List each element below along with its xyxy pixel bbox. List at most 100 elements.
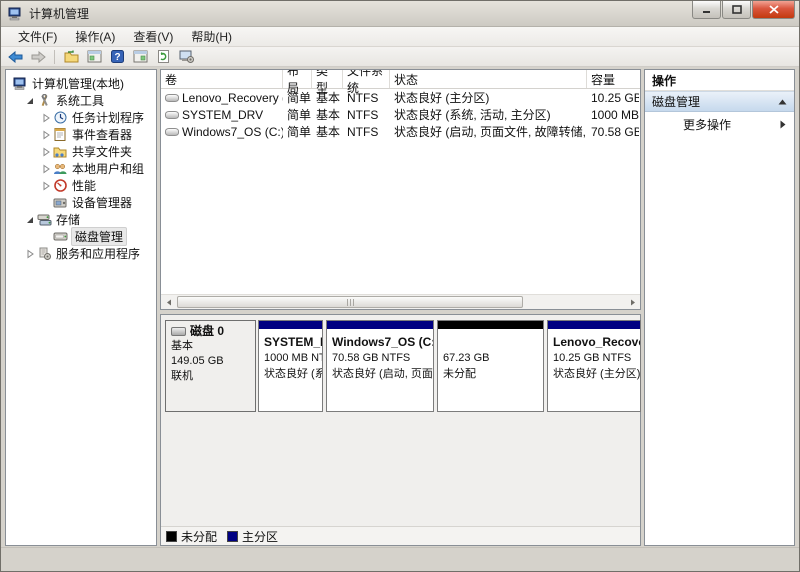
partition-lenovo-recovery[interactable]: Lenovo_Recovery 10.25 GB NTFS 状态良好 (主分区) — [547, 320, 641, 412]
tree-item-event-viewer[interactable]: 事件查看器 — [6, 126, 156, 143]
menu-file[interactable]: 文件(F) — [9, 26, 66, 47]
main-area: 计算机管理(本地) 系统工具 任务计划程序 — [1, 67, 799, 547]
unallocated-band — [438, 321, 543, 330]
column-header-volume[interactable]: 卷 — [161, 70, 283, 88]
volume-row-windows7-os[interactable]: Windows7_OS (C:) 简单 基本 NTFS 状态良好 (启动, 页面… — [161, 123, 640, 140]
column-header-layout[interactable]: 布局 — [283, 70, 312, 88]
close-button[interactable] — [752, 1, 795, 19]
services-icon — [36, 247, 52, 260]
volume-row-lenovo-recovery[interactable]: Lenovo_Recovery (Q:) 简单 基本 NTFS 状态良好 (主分… — [161, 89, 640, 106]
window-bottom-frame — [1, 547, 799, 571]
tree-item-label: 磁盘管理 — [71, 227, 127, 246]
volume-list-header: 卷 布局 类型 文件系统 状态 容量 — [161, 70, 640, 89]
tree-item-local-users-groups[interactable]: 本地用户和组 — [6, 160, 156, 177]
volume-filesystem: NTFS — [343, 91, 390, 105]
column-header-status[interactable]: 状态 — [390, 70, 587, 88]
expanded-arrow-icon[interactable] — [24, 215, 36, 225]
menu-bar: 文件(F) 操作(A) 查看(V) 帮助(H) — [1, 27, 799, 47]
collapsed-arrow-icon[interactable] — [40, 181, 52, 191]
collapsed-arrow-icon[interactable] — [24, 249, 36, 259]
tools-icon — [36, 94, 52, 107]
collapsed-arrow-icon[interactable] — [40, 113, 52, 123]
tree-item-label: 服务和应用程序 — [55, 245, 143, 263]
toolbar: ? — [1, 47, 799, 67]
expanded-arrow-icon[interactable] — [24, 96, 36, 106]
partition-size: 10.25 GB NTFS — [553, 350, 636, 366]
scrollbar-thumb[interactable] — [177, 296, 523, 308]
computer-properties-icon[interactable] — [176, 48, 196, 65]
tree-item-shared-folders[interactable]: 共享文件夹 — [6, 143, 156, 160]
forward-icon[interactable] — [28, 48, 48, 65]
show-actions-pane-icon[interactable] — [130, 48, 150, 65]
volume-row-system-drv[interactable]: SYSTEM_DRV 简单 基本 NTFS 状态良好 (系统, 活动, 主分区)… — [161, 106, 640, 123]
volume-layout: 简单 — [283, 123, 312, 140]
collapsed-arrow-icon[interactable] — [40, 164, 52, 174]
menu-view[interactable]: 查看(V) — [124, 26, 182, 47]
volume-icon — [165, 94, 179, 102]
disk-size: 149.05 GB — [171, 354, 250, 369]
horizontal-scrollbar[interactable] — [161, 294, 640, 309]
disk-0-row: 磁盘 0 基本 149.05 GB 联机 SYSTEM_DRV 1000 MB … — [165, 320, 636, 412]
volume-name: SYSTEM_DRV — [182, 108, 263, 122]
tree-item-label: 存储 — [55, 211, 83, 229]
tree-item-services-applications[interactable]: 服务和应用程序 — [6, 245, 156, 262]
users-icon — [52, 163, 68, 175]
help-icon[interactable]: ? — [107, 48, 127, 65]
partition-system-drv[interactable]: SYSTEM_DRV 1000 MB NTFS 状态良好 (系统, 活动, 主分… — [258, 320, 323, 412]
scroll-left-icon[interactable] — [161, 295, 176, 309]
disk-0-label[interactable]: 磁盘 0 基本 149.05 GB 联机 — [165, 320, 256, 412]
actions-pane-title: 操作 — [645, 70, 794, 91]
collapsed-arrow-icon[interactable] — [40, 130, 52, 140]
actions-section-disk-management[interactable]: 磁盘管理 — [645, 91, 794, 112]
more-actions-item[interactable]: 更多操作 — [645, 112, 794, 136]
primary-partition-band — [259, 321, 322, 330]
tree-item-task-scheduler[interactable]: 任务计划程序 — [6, 109, 156, 126]
partitions: SYSTEM_DRV 1000 MB NTFS 状态良好 (系统, 活动, 主分… — [258, 320, 641, 412]
legend-label: 未分配 — [181, 528, 217, 545]
actions-pane: 操作 磁盘管理 更多操作 — [644, 69, 795, 546]
minimize-button[interactable] — [692, 1, 721, 19]
volume-icon — [165, 111, 179, 119]
menu-action[interactable]: 操作(A) — [66, 26, 124, 47]
volume-capacity: 70.58 GB — [587, 125, 639, 139]
tree-item-system-tools[interactable]: 系统工具 — [6, 92, 156, 109]
actions-section-label: 磁盘管理 — [652, 93, 778, 110]
legend-label: 主分区 — [242, 528, 278, 545]
partition-unallocated[interactable]: 67.23 GB 未分配 — [437, 320, 544, 412]
partition-size: 67.23 GB — [443, 350, 539, 366]
partition-name: Lenovo_Recovery — [553, 334, 636, 350]
refresh-icon[interactable] — [153, 48, 173, 65]
computer-management-window: 计算机管理 文件(F) 操作(A) 查看(V) 帮助(H) ? — [0, 0, 800, 572]
volume-capacity: 10.25 GB — [587, 91, 639, 105]
show-console-tree-icon[interactable] — [61, 48, 81, 65]
menu-help[interactable]: 帮助(H) — [182, 26, 241, 47]
back-icon[interactable] — [5, 48, 25, 65]
collapse-icon[interactable] — [778, 99, 787, 105]
column-header-type[interactable]: 类型 — [312, 70, 343, 88]
tree-item-storage[interactable]: 存储 — [6, 211, 156, 228]
title-bar: 计算机管理 — [1, 1, 799, 27]
volume-status: 状态良好 (启动, 页面文件, 故障转储, 主分区) — [390, 123, 587, 140]
tree-item-computer-management[interactable]: 计算机管理(本地) — [6, 75, 156, 92]
maximize-button[interactable] — [722, 1, 751, 19]
tree-item-label: 性能 — [71, 177, 99, 195]
tree-item-disk-management[interactable]: 磁盘管理 — [6, 228, 156, 245]
tree-item-device-manager[interactable]: 设备管理器 — [6, 194, 156, 211]
console-window-icon[interactable] — [84, 48, 104, 65]
partition-windows7-os[interactable]: Windows7_OS (C:) 70.58 GB NTFS 状态良好 (启动,… — [326, 320, 434, 412]
collapsed-arrow-icon[interactable] — [40, 147, 52, 157]
volume-capacity: 1000 MB — [587, 108, 639, 122]
volume-filesystem: NTFS — [343, 125, 390, 139]
column-header-capacity[interactable]: 容量 — [587, 70, 639, 88]
console-tree: 计算机管理(本地) 系统工具 任务计划程序 — [5, 69, 157, 546]
volume-filesystem: NTFS — [343, 108, 390, 122]
computer-icon — [12, 77, 28, 90]
partition-status: 状态良好 (主分区) — [553, 366, 636, 382]
scroll-right-icon[interactable] — [625, 295, 640, 309]
partition-status: 未分配 — [443, 366, 539, 382]
primary-partition-color-swatch — [227, 531, 238, 542]
volume-status: 状态良好 (主分区) — [390, 89, 587, 106]
tree-item-performance[interactable]: 性能 — [6, 177, 156, 194]
device-manager-icon — [52, 197, 68, 209]
column-header-filesystem[interactable]: 文件系统 — [343, 70, 390, 88]
